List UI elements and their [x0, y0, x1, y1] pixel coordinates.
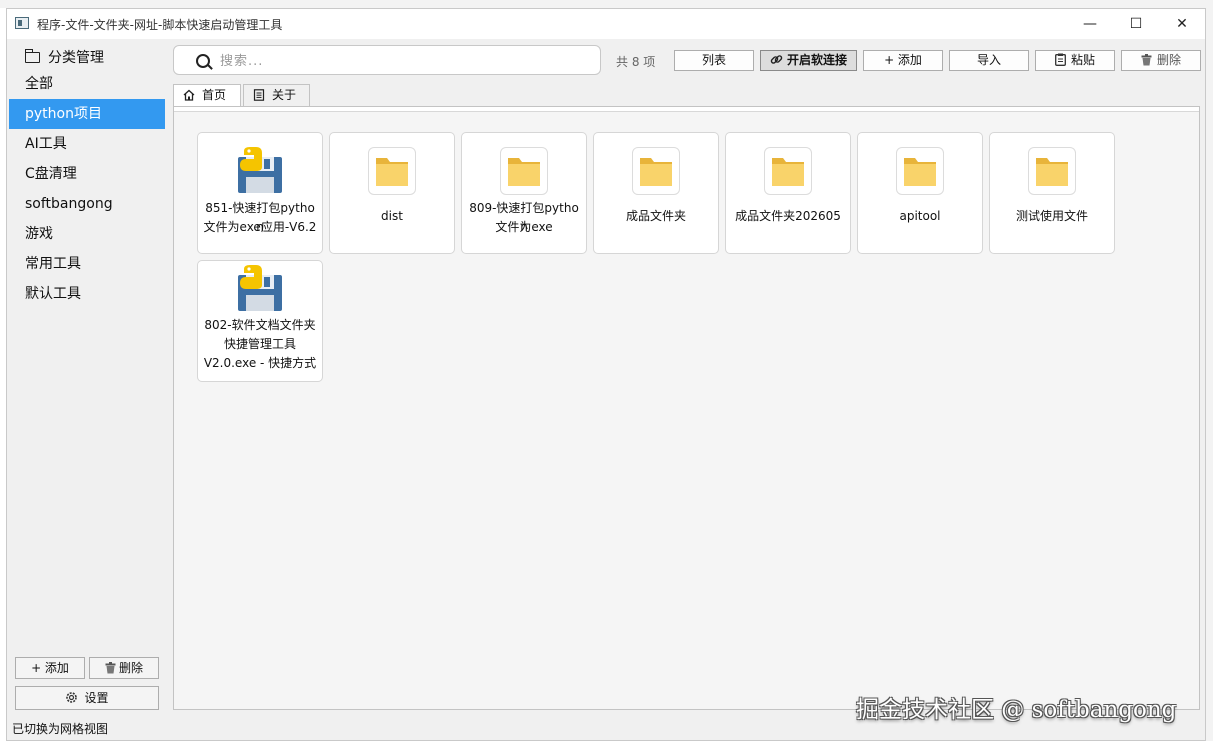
folder-icon [500, 147, 548, 195]
item-card[interactable]: dist [329, 132, 455, 254]
list-view-button[interactable]: 列表 [674, 50, 754, 71]
category-header-label: 分类管理 [48, 50, 104, 66]
search-icon [196, 54, 210, 68]
paste-label: 粘贴 [1070, 53, 1095, 67]
search-input[interactable] [218, 50, 592, 72]
category-item-games[interactable]: 游戏 [9, 219, 165, 249]
add-item-button[interactable]: + 添加 [863, 50, 943, 71]
tab-about[interactable]: 关于 [243, 84, 310, 106]
close-button[interactable]: ✕ [1159, 9, 1205, 39]
item-count: 共 8 项 [616, 55, 656, 69]
item-card[interactable]: apitool [857, 132, 983, 254]
delete-item-button[interactable]: 删除 [1121, 50, 1201, 71]
category-item-common-tools[interactable]: 常用工具 [9, 249, 165, 279]
python-installer-icon [236, 147, 284, 195]
item-label-line: 文件为exe [495, 220, 553, 234]
app-window: 程序-文件-文件夹-网址-脚本快速启动管理工具 — ☐ ✕ 分类管理 全部 py… [6, 8, 1206, 741]
category-header: 分类管理 [24, 47, 104, 67]
folder-icon [632, 147, 680, 195]
delete-category-label: 删除 [118, 661, 143, 675]
item-label-line: 文件为exe应用-V6.2 [203, 220, 317, 234]
item-label-line: 成品文件夹 [625, 209, 686, 223]
status-text: 已切换为网格视图 [12, 722, 109, 736]
folder-outline-icon [24, 49, 40, 63]
category-item-softbangong[interactable]: softbangong [9, 189, 165, 219]
category-list: 全部 python项目 AI工具 C盘清理 softbangong 游戏 常用工… [9, 69, 165, 309]
item-card[interactable]: 802-软件文档文件夹 快捷管理工具 V2.0.exe - 快捷方式 [197, 260, 323, 382]
softlink-toggle-button[interactable]: 开启软连接 [760, 50, 857, 71]
item-grid: 851-快速打包python 文件为exe应用-V6.2 dist 809-快速… [173, 106, 1200, 710]
paste-button[interactable]: 粘贴 [1035, 50, 1115, 71]
python-installer-icon [236, 265, 284, 313]
trash-icon [1141, 54, 1152, 66]
item-label-line: apitool [899, 209, 941, 223]
content-top-line [174, 107, 1199, 112]
link-icon [770, 55, 783, 64]
item-label-line: 快捷管理工具 [223, 337, 296, 351]
folder-icon [896, 147, 944, 195]
category-item-c-drive-cleanup[interactable]: C盘清理 [9, 159, 165, 189]
gear-icon [66, 692, 78, 703]
softlink-label: 开启软连接 [786, 53, 847, 67]
title-bar[interactable]: 程序-文件-文件夹-网址-脚本快速启动管理工具 — ☐ ✕ [7, 9, 1205, 39]
folder-icon [368, 147, 416, 195]
folder-icon [764, 147, 812, 195]
item-card[interactable]: 成品文件夹202605 [725, 132, 851, 254]
item-label-line: V2.0.exe - 快捷方式 [203, 356, 317, 370]
category-item-default-tools[interactable]: 默认工具 [9, 279, 165, 309]
add-category-button[interactable]: + 添加 [15, 657, 85, 679]
item-card[interactable]: 851-快速打包python 文件为exe应用-V6.2 [197, 132, 323, 254]
item-label-line: 成品文件夹202605 [735, 209, 841, 223]
tab-home[interactable]: 首页 [173, 84, 241, 107]
settings-label: 设置 [84, 691, 109, 705]
search-box[interactable] [173, 45, 601, 75]
minimize-button[interactable]: — [1067, 9, 1113, 39]
import-button[interactable]: 导入 [949, 50, 1029, 71]
home-icon [183, 89, 195, 101]
app-icon [15, 17, 29, 29]
item-card[interactable]: 测试使用文件 [989, 132, 1115, 254]
watermark: 掘金技术社区 @ softbangong [856, 697, 1177, 723]
category-item-python[interactable]: python项目 [9, 99, 165, 129]
item-label-line: dist [381, 209, 403, 223]
tab-about-label: 关于 [272, 88, 297, 102]
item-card[interactable]: 809-快速打包python 文件为exe [461, 132, 587, 254]
tab-home-label: 首页 [202, 88, 227, 102]
category-item-ai-tools[interactable]: AI工具 [9, 129, 165, 159]
maximize-button[interactable]: ☐ [1113, 9, 1159, 39]
category-sidebar: 分类管理 全部 python项目 AI工具 C盘清理 softbangong 游… [7, 39, 167, 715]
background-strip [0, 0, 1213, 8]
category-item-all[interactable]: 全部 [9, 69, 165, 99]
item-card[interactable]: 成品文件夹 [593, 132, 719, 254]
background-strip-right [1206, 0, 1213, 741]
settings-button[interactable]: 设置 [15, 686, 159, 710]
delete-item-label: 删除 [1156, 53, 1181, 67]
window-title: 程序-文件-文件夹-网址-脚本快速启动管理工具 [37, 18, 283, 32]
document-icon [253, 89, 265, 101]
trash-icon [105, 662, 116, 674]
folder-icon [1028, 147, 1076, 195]
clipboard-icon [1055, 53, 1066, 66]
item-label-line: 802-软件文档文件夹 [204, 318, 316, 332]
item-label-line: 测试使用文件 [1015, 209, 1088, 223]
delete-category-button[interactable]: 删除 [89, 657, 159, 679]
